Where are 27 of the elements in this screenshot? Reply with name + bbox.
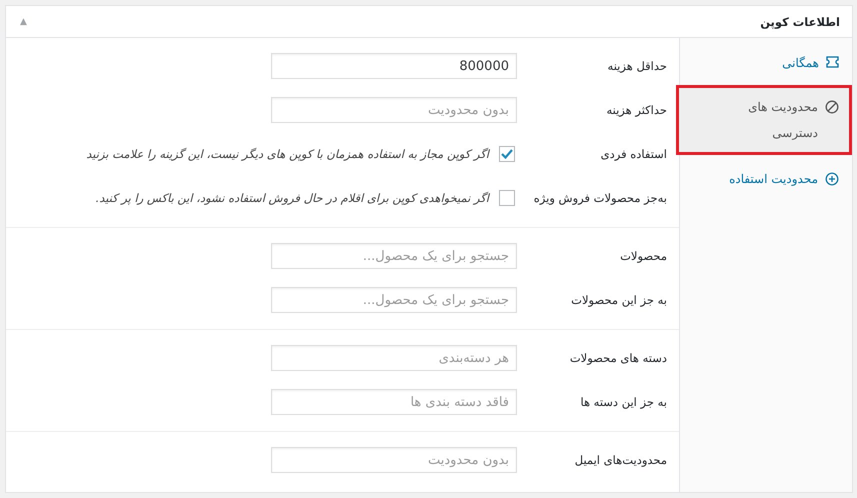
- checkbox[interactable]: [499, 190, 515, 206]
- field-label: به جز این دسته ها: [579, 395, 667, 409]
- panel-title: اطلاعات کوپن: [760, 14, 840, 28]
- field-label: به‌جز محصولات فروش ویژه: [532, 191, 667, 205]
- sidebar-tab[interactable]: محدودیت های دسترسی: [676, 85, 852, 155]
- checkbox[interactable]: [499, 146, 515, 162]
- text-field[interactable]: فاقد دسته بندی ها: [271, 389, 517, 415]
- field-label: حداقل هزینه: [606, 59, 667, 73]
- text-field[interactable]: هر دسته‌بندی: [271, 345, 517, 371]
- ban-icon: [825, 100, 839, 114]
- field-label: محدودیت‌های ایمیل: [574, 453, 667, 467]
- ticket-icon: [826, 56, 839, 68]
- sidebar-tab[interactable]: محدودیت استفاده: [680, 164, 852, 194]
- text-field[interactable]: جستجو برای یک محصول...: [271, 243, 517, 269]
- field-label: دسته های محصولات: [568, 351, 667, 365]
- text-field[interactable]: جستجو برای یک محصول...: [271, 287, 517, 313]
- checkbox-description: اگر نمیخواهدی کوپن برای اقلام در حال فروش استفاده نشود، این باکس را پر کنید.: [96, 191, 489, 205]
- field-label: به جز این محصولات: [570, 293, 667, 307]
- text-field[interactable]: بدون محدودیت: [271, 97, 517, 123]
- text-field[interactable]: 800000: [271, 53, 517, 79]
- field-label: محصولات: [619, 249, 667, 263]
- field-label: استفاده فردی: [600, 147, 667, 161]
- plus-circle-icon: [825, 172, 839, 186]
- text-field[interactable]: بدون محدودیت: [271, 447, 517, 473]
- sidebar-tab[interactable]: همگانی: [680, 48, 852, 78]
- checkbox-description: اگر کوپن مجاز به استفاده همزمان با کوپن های دیگر نیست، این گزینه را علامت بزنید: [86, 147, 489, 161]
- field-label: حداکثر هزینه: [605, 103, 667, 117]
